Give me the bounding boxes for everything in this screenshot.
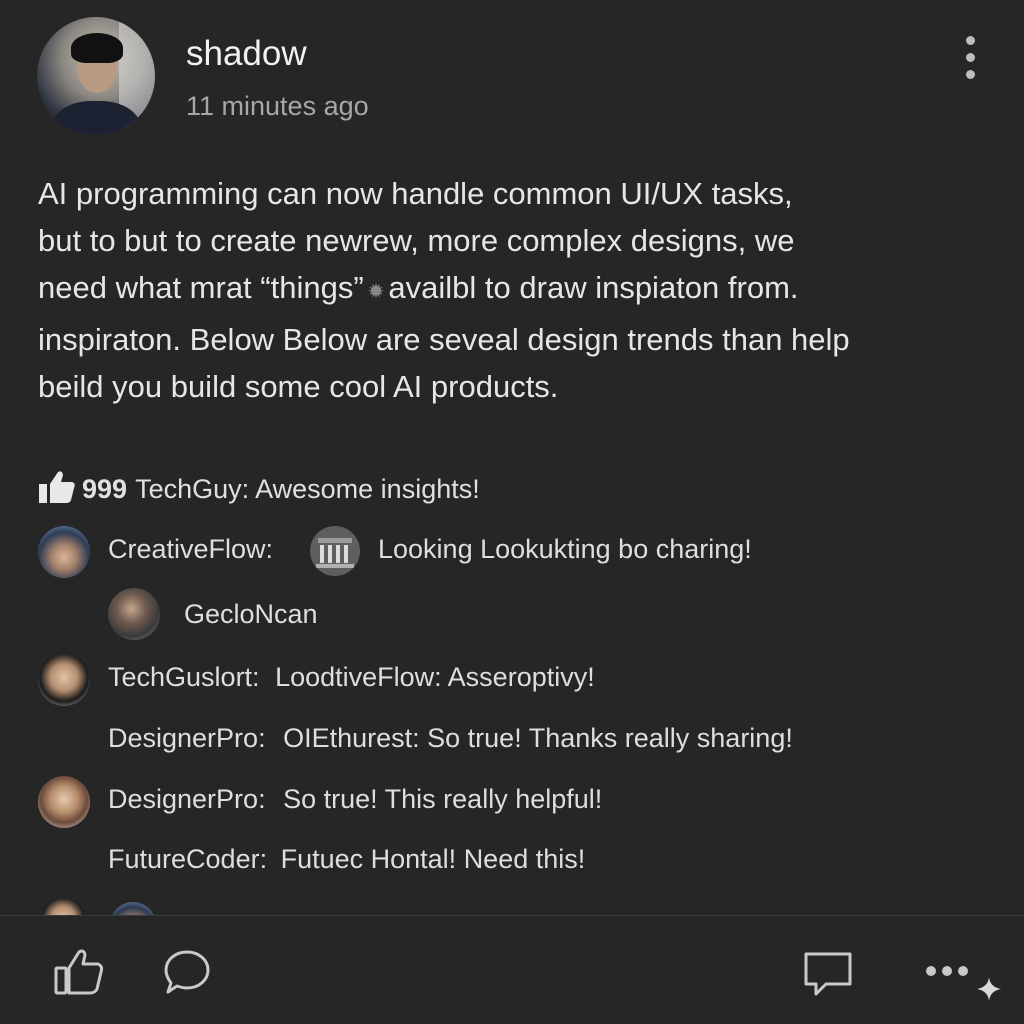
comment-author[interactable]: DesignerPro:	[108, 784, 266, 814]
post-line-part: availbl to draw inspiaton from.	[388, 270, 799, 305]
commenter-avatar[interactable]	[108, 588, 160, 640]
author-avatar[interactable]	[37, 17, 155, 135]
comment-author[interactable]: DesignerPro:	[108, 723, 266, 753]
comment: FutureCoder: Futuec Hontal! Need this!	[108, 844, 585, 875]
post-line: inspiraton. Below Below are seveal desig…	[38, 322, 850, 357]
comment: CreativeFlow:	[108, 534, 273, 565]
comment: DesignerPro: So true! This really helpfu…	[108, 784, 602, 815]
comment-text: LoodtiveFlow: Asseroptivy!	[275, 662, 595, 692]
commenter-avatar[interactable]	[38, 654, 90, 706]
post-line: AI programming can now handle common UI/…	[38, 176, 793, 211]
post-line: beild you build some cool AI products.	[38, 369, 559, 404]
author-name[interactable]: shadow	[186, 34, 307, 74]
speech-bubble-icon[interactable]	[162, 948, 212, 998]
sparkle-icon	[977, 977, 1001, 1001]
like-summary: 999 TechGuy: Awesome insights!	[38, 470, 480, 505]
comment-author[interactable]: CreativeFlow:	[108, 534, 273, 564]
top-comment: TechGuy: Awesome insights!	[135, 474, 480, 504]
comment-text: Futuec Hontal! Need this!	[280, 844, 586, 874]
post-line: but to but to create newrew, more comple…	[38, 223, 795, 258]
post-line: need what mrat “things” ✹ availbl to draw …	[38, 264, 988, 316]
comment-author[interactable]: TechGuslort:	[108, 662, 260, 692]
comment: DesignerPro: OIEthurest: So true! Thanks…	[108, 723, 793, 754]
thumbs-up-icon[interactable]	[38, 470, 76, 504]
post-body: AI programming can now handle common UI/…	[38, 170, 988, 410]
action-bar	[0, 916, 1024, 1024]
comment-author[interactable]: FutureCoder:	[108, 844, 267, 874]
thumbs-up-icon[interactable]	[54, 948, 104, 996]
more-vertical-icon[interactable]	[960, 36, 982, 80]
comment-text: OIEthurest: So true! Thanks really shari…	[283, 723, 793, 753]
chat-square-icon[interactable]	[802, 950, 854, 1000]
like-count: 999	[82, 474, 128, 504]
commenter-avatar[interactable]	[38, 526, 90, 578]
comment-text: Looking Lookukting bo charing!	[378, 534, 752, 564]
divider	[0, 915, 1024, 916]
post-line-part: need what mrat “things”	[38, 270, 364, 305]
comment-text: So true! This really helpful!	[283, 784, 603, 814]
commenter-avatar[interactable]	[38, 776, 90, 828]
sparkle-icon: ✹	[367, 281, 385, 303]
comment-author[interactable]: GecloNcan	[184, 599, 318, 630]
more-horizontal-icon[interactable]	[926, 966, 970, 978]
post-timestamp: 11 minutes ago	[186, 91, 369, 121]
building-thumbnail[interactable]	[310, 526, 360, 576]
comment: TechGuslort: LoodtiveFlow: Asseroptivy!	[108, 662, 595, 693]
